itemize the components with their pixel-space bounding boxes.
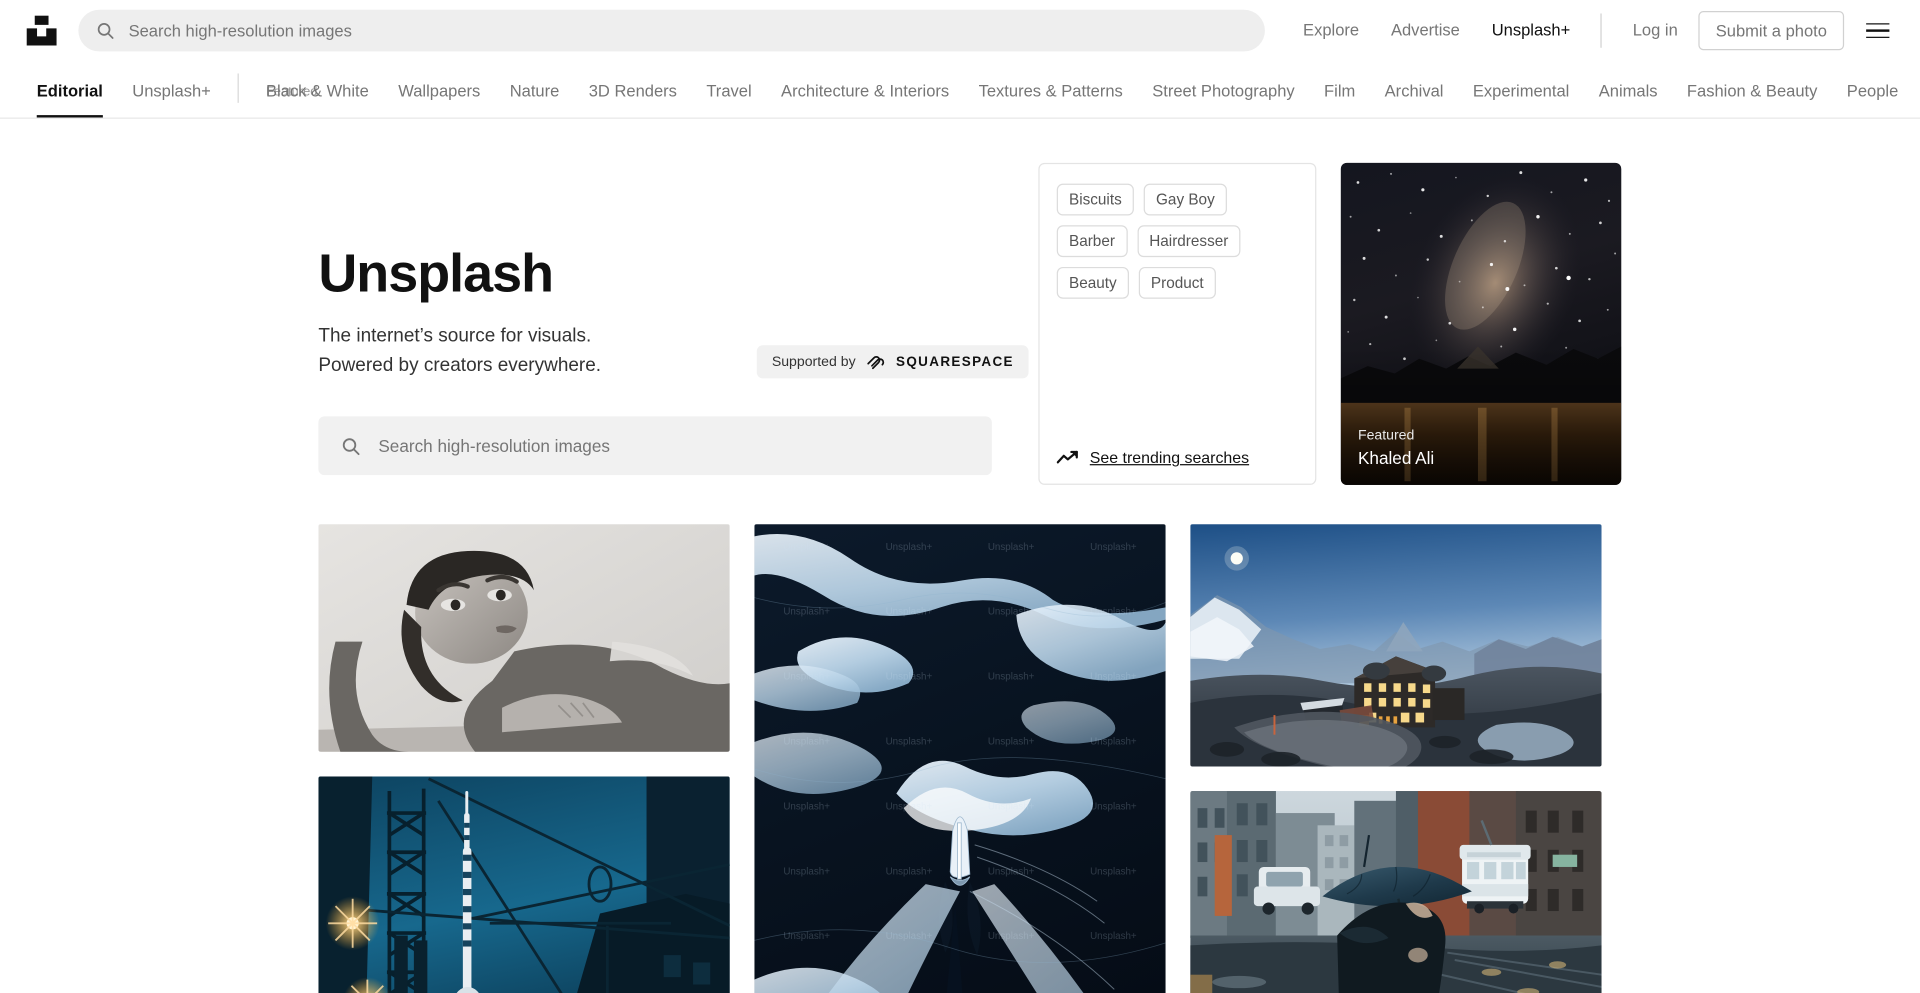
photo-image [754,524,1166,993]
photo-grid-column: Unsplash+ Unsplash+ Unsplash+ Unsplash+ Uns… [754,524,1166,993]
tag-chip[interactable]: Beauty [1056,266,1129,299]
see-trending-searches-link[interactable]: See trending searches [1056,448,1298,467]
photo-card-rainy-street-tram[interactable] [1190,791,1602,993]
hamburger-menu-icon[interactable] [1854,7,1901,54]
hero-subtitle: The internet’s source for visuals. Power… [318,322,601,381]
hero-right: Biscuits Gay Boy Barber Hairdresser Beau… [1038,162,1622,485]
category-3d-renders[interactable]: 3D Renders [574,82,692,118]
category-spirituality[interactable]: Spirituality [1913,82,1920,118]
category-divider [237,73,240,103]
hero-search-input[interactable] [378,436,970,456]
page-title: Unsplash [318,243,554,304]
search-input[interactable] [128,21,1248,40]
photo-grid-column [318,524,730,993]
category-people[interactable]: People [1832,82,1913,118]
featured-photo-card[interactable]: Featured Khaled Ali [1340,162,1622,485]
featured-badge: Featured [1357,428,1415,444]
category-experimental[interactable]: Experimental [1458,82,1584,118]
category-fashion-beauty[interactable]: Fashion & Beauty [1672,82,1832,118]
trending-link-label: See trending searches [1089,448,1250,467]
hero-subtitle-line-2: Powered by creators everywhere. [318,355,602,377]
photo-grid-column [1190,524,1602,993]
photo-image [1190,791,1602,993]
submit-a-photo-button[interactable]: Submit a photo [1698,11,1845,51]
photo-card-mountain-observatory[interactable] [1190,524,1602,767]
tag-chip[interactable]: Biscuits [1056,183,1134,216]
category-travel[interactable]: Travel [692,82,767,118]
photo-card-icebreaker-aerial[interactable]: Unsplash+ Unsplash+ Unsplash+ Unsplash+ Uns… [754,524,1166,993]
hero-section: Unsplash The internet’s source for visua… [0,119,1920,485]
hero-left: Unsplash The internet’s source for visua… [22,163,1038,476]
featured-author-name: Khaled Ali [1357,448,1435,468]
category-street-photography[interactable]: Street Photography [1138,82,1310,118]
trending-tags-panel: Biscuits Gay Boy Barber Hairdresser Beau… [1038,162,1317,485]
hero-search-bar[interactable] [318,416,992,476]
category-animals[interactable]: Animals [1584,82,1672,118]
tab-unsplash-plus[interactable]: Unsplash+ [118,82,226,118]
category-film[interactable]: Film [1309,82,1370,118]
hero-subtitle-line-1: The internet’s source for visuals. [318,325,592,347]
category-black-and-white[interactable]: Black & White [251,82,383,118]
category-archival[interactable]: Archival [1370,82,1458,118]
category-nav-inner: Editorial Unsplash+ Featured Black & Whi… [22,61,1920,118]
photo-image [1190,524,1602,767]
category-architecture-interiors[interactable]: Architecture & Interiors [766,82,964,118]
featured-card-caption: Featured Khaled Ali [1358,429,1434,468]
category-wallpapers[interactable]: Wallpapers [384,82,495,118]
hero-subtitle-row: The internet’s source for visuals. Power… [318,322,1038,381]
supported-by-squarespace-badge[interactable]: Supported by SQUARESPACE [757,345,1029,379]
search-icon [340,436,361,457]
photo-card-portrait-bw[interactable] [318,524,730,752]
squarespace-wordmark: SQUARESPACE [896,354,1014,370]
photo-image [318,776,730,993]
trending-up-icon [1056,449,1079,465]
tab-editorial[interactable]: Editorial [22,82,118,118]
squarespace-logo-icon [865,354,886,370]
header-nav: Explore Advertise Unsplash+ Log in Submi… [1287,0,1900,61]
tag-chip[interactable]: Hairdresser [1136,225,1241,258]
tag-chip[interactable]: Product [1138,266,1216,299]
unsplash-logo-icon[interactable] [22,11,61,50]
unsplash-homepage: Explore Advertise Unsplash+ Log in Submi… [0,0,1920,993]
tag-chip[interactable]: Barber [1056,225,1128,258]
nav-link-advertise[interactable]: Advertise [1375,0,1476,61]
photo-image [318,524,730,752]
category-textures-patterns[interactable]: Textures & Patterns [964,82,1138,118]
featured-category-group: Featured Black & White [251,82,383,118]
header-divider [1600,13,1603,48]
header-search-bar[interactable] [78,9,1266,52]
tag-chip[interactable]: Gay Boy [1143,183,1227,216]
supported-by-label: Supported by [771,354,856,370]
photo-grid: Unsplash+ Unsplash+ Unsplash+ Unsplash+ Uns… [0,485,1920,993]
category-nature[interactable]: Nature [495,82,574,118]
nav-link-unsplash-plus[interactable]: Unsplash+ [1476,0,1586,61]
nav-link-explore[interactable]: Explore [1287,0,1375,61]
photo-card-tv-tower-blue-hour[interactable] [318,776,730,993]
search-icon [96,21,116,41]
category-nav: Editorial Unsplash+ Featured Black & Whi… [0,61,1920,119]
tag-list: Biscuits Gay Boy Barber Hairdresser Beau… [1056,183,1298,299]
top-header: Explore Advertise Unsplash+ Log in Submi… [0,0,1920,62]
log-in-link[interactable]: Log in [1617,0,1694,61]
